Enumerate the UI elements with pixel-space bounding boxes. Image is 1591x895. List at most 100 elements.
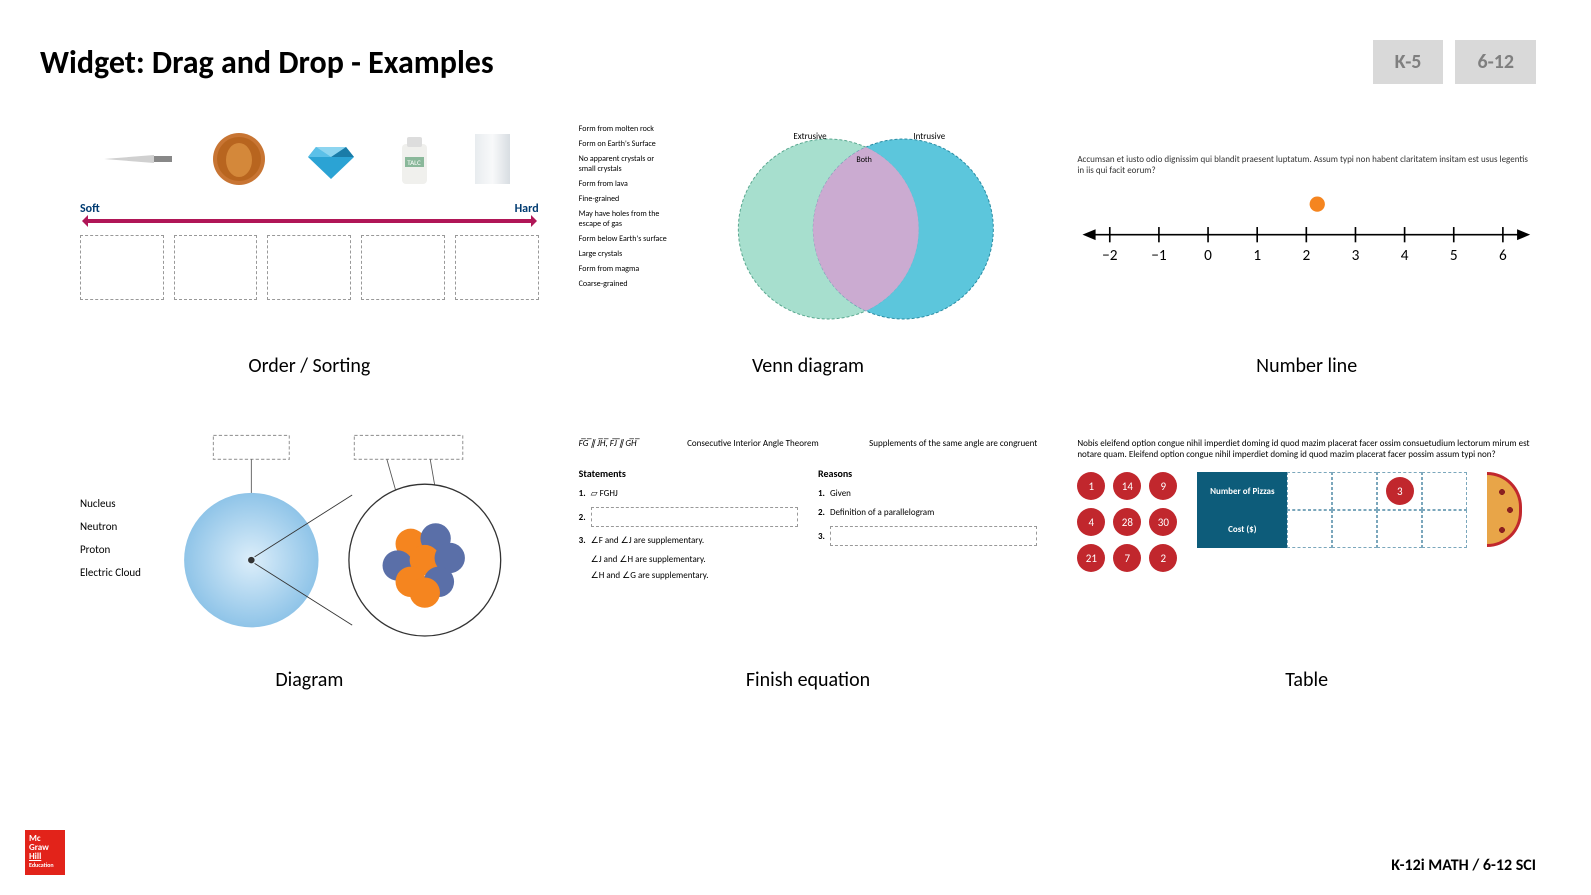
number-chip[interactable]: 9: [1149, 472, 1177, 500]
venn-item[interactable]: Form from molten rock: [579, 124, 669, 134]
given-chip[interactable]: F̅G̅ ∥ J̅H̅, F̅J̅ ∥ G̅H̅: [579, 438, 637, 449]
scale-arrow: [84, 219, 535, 223]
number-chip[interactable]: 28: [1113, 508, 1141, 536]
penny-icon[interactable]: [212, 132, 267, 187]
scale-hard-label: Hard: [515, 202, 539, 216]
drop-slot[interactable]: [354, 435, 462, 459]
examples-grid: TALC Soft Hard Order / Sorting Form from…: [0, 94, 1591, 712]
tab-k5[interactable]: K-5: [1373, 40, 1444, 84]
reasons-header: Reasons: [818, 467, 1037, 480]
course-label: K-12i MATH / 6-12 SCI: [1391, 856, 1536, 875]
glass-icon[interactable]: [470, 132, 515, 187]
table-cell[interactable]: [1332, 510, 1377, 548]
venn-item[interactable]: Large crystals: [579, 249, 669, 259]
svg-text:TALC: TALC: [407, 158, 421, 167]
diagram-term[interactable]: Nucleus: [80, 497, 155, 510]
svg-text:−2: −2: [1102, 246, 1118, 265]
svg-text:4: 4: [1401, 246, 1409, 265]
svg-text:−1: −1: [1152, 246, 1168, 265]
venn-item[interactable]: May have holes from the escape of gas: [579, 209, 669, 229]
venn-item[interactable]: Coarse-grained: [579, 279, 669, 289]
number-chip[interactable]: 4: [1077, 508, 1105, 536]
diamond-icon[interactable]: [304, 137, 359, 182]
drop-slot[interactable]: [213, 435, 289, 459]
numberline-prompt: Accumsan et iusto odio dignissim qui bla…: [1077, 154, 1536, 176]
table-cell[interactable]: 3: [1377, 472, 1422, 510]
svg-text:Both: Both: [856, 155, 871, 165]
svg-text:1: 1: [1254, 246, 1262, 265]
tab-6-12[interactable]: 6-12: [1455, 40, 1536, 84]
row-header: Number of Pizzas: [1197, 472, 1287, 510]
knife-icon[interactable]: [104, 149, 174, 169]
number-chip[interactable]: 7: [1113, 544, 1141, 572]
theorem-chip[interactable]: Supplements of the same angle are congru…: [869, 438, 1037, 449]
table-prompt: Nobis eleifend option congue nihil imper…: [1077, 438, 1536, 460]
drop-slot[interactable]: [591, 507, 798, 527]
venn-circles[interactable]: Extrusive Intrusive Both: [679, 124, 1038, 324]
svg-text:3: 3: [1352, 246, 1360, 265]
number-chip[interactable]: 14: [1113, 472, 1141, 500]
example-label: Finish equation: [746, 668, 870, 692]
mcgraw-hill-logo: Mc Graw Hill Education: [25, 830, 65, 875]
drop-slot[interactable]: [361, 235, 445, 300]
number-chip[interactable]: 2: [1149, 544, 1177, 572]
statement-text: ∠H and ∠G are supplementary.: [591, 570, 798, 581]
venn-item[interactable]: Fine-grained: [579, 194, 669, 204]
example-table: Nobis eleifend option congue nihil imper…: [1077, 438, 1536, 692]
grade-tabs: K-5 6-12: [1373, 40, 1536, 84]
example-label: Diagram: [275, 668, 343, 692]
numberline[interactable]: −2−10123456: [1077, 191, 1536, 267]
venn-items-list: Form from molten rock Form on Earth's Su…: [579, 124, 669, 324]
example-label: Venn diagram: [752, 354, 864, 378]
example-sorting: TALC Soft Hard Order / Sorting: [80, 124, 539, 378]
example-numberline: Accumsan et iusto odio dignissim qui bla…: [1077, 124, 1536, 378]
numberline-marker[interactable]: [1310, 196, 1325, 211]
table-cell[interactable]: [1422, 472, 1467, 510]
example-label: Order / Sorting: [248, 354, 370, 378]
row-header: Cost ($): [1197, 510, 1287, 548]
venn-item[interactable]: Form on Earth's Surface: [579, 139, 669, 149]
drop-slot[interactable]: [174, 235, 258, 300]
table-cell[interactable]: [1287, 472, 1332, 510]
table-cell[interactable]: [1377, 510, 1422, 548]
diagram-term[interactable]: Electric Cloud: [80, 566, 155, 579]
scale-soft-label: Soft: [80, 202, 100, 216]
example-label: Table: [1285, 668, 1328, 692]
statement-text: ∠F and ∠J are supplementary.: [591, 535, 705, 546]
example-finish-equation: F̅G̅ ∥ J̅H̅, F̅J̅ ∥ G̅H̅ Consecutive Int…: [579, 438, 1038, 692]
drop-table[interactable]: Number of Pizzas 3 Cost ($): [1197, 472, 1467, 548]
table-cell[interactable]: [1422, 510, 1467, 548]
number-chip[interactable]: 1: [1077, 472, 1105, 500]
placed-chip[interactable]: 3: [1386, 477, 1414, 505]
table-cell[interactable]: [1332, 472, 1377, 510]
atom-diagram[interactable]: [170, 430, 539, 647]
svg-text:Extrusive: Extrusive: [793, 131, 827, 142]
drop-slot[interactable]: [80, 235, 164, 300]
diagram-term[interactable]: Proton: [80, 543, 155, 556]
example-diagram: Nucleus Neutron Proton Electric Cloud: [80, 438, 539, 692]
table-cell[interactable]: [1287, 510, 1332, 548]
svg-text:5: 5: [1450, 246, 1458, 265]
theorem-chip[interactable]: Consecutive Interior Angle Theorem: [687, 438, 819, 449]
talc-icon[interactable]: TALC: [397, 132, 432, 187]
venn-item[interactable]: Form from magma: [579, 264, 669, 274]
venn-item[interactable]: Form from lava: [579, 179, 669, 189]
number-chip[interactable]: 21: [1077, 544, 1105, 572]
drop-slot[interactable]: [830, 526, 1037, 546]
statement-text: ∠J and ∠H are supplementary.: [591, 554, 798, 565]
drop-slot[interactable]: [267, 235, 351, 300]
svg-text:2: 2: [1303, 246, 1311, 265]
venn-item[interactable]: No apparent crystals or small crystals: [579, 154, 669, 174]
diagram-term[interactable]: Neutron: [80, 520, 155, 533]
statement-text: ▱ FGHJ: [591, 488, 618, 499]
chip-palette: 1 14 9 4 28 30 21 72: [1077, 472, 1177, 572]
svg-text:Intrusive: Intrusive: [913, 131, 945, 142]
example-label: Number line: [1256, 354, 1357, 378]
diagram-terms: Nucleus Neutron Proton Electric Cloud: [80, 497, 155, 579]
drop-slot[interactable]: [455, 235, 539, 300]
reason-text: Given: [830, 488, 851, 499]
page-title: Widget: Drag and Drop - Examples: [40, 43, 494, 82]
venn-item[interactable]: Form below Earth's surface: [579, 234, 669, 244]
number-chip[interactable]: 30: [1149, 508, 1177, 536]
reason-text: Definition of a parallelogram: [830, 507, 934, 518]
